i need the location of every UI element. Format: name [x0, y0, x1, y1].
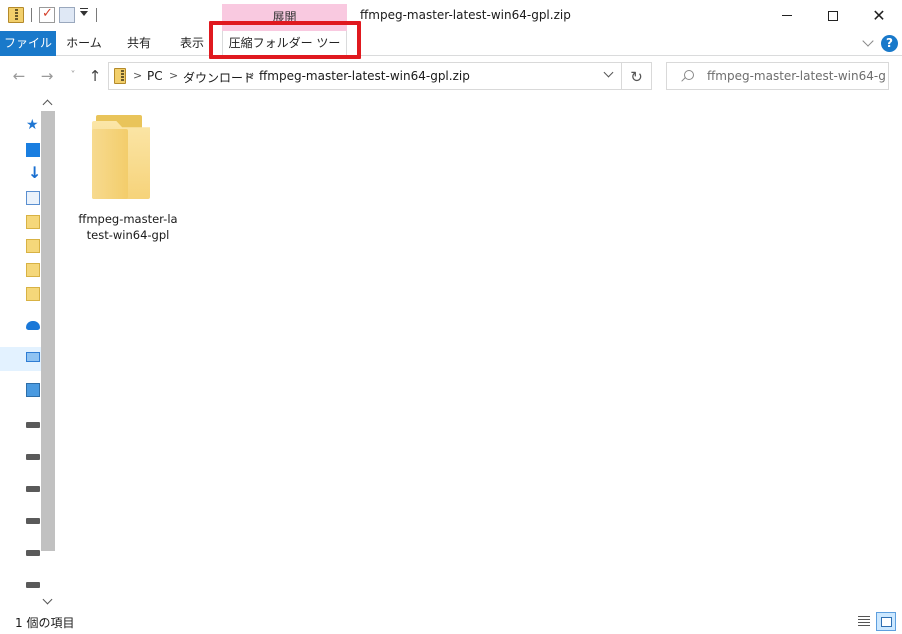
- help-icon[interactable]: ?: [881, 35, 898, 52]
- folder-icon[interactable]: [26, 215, 40, 229]
- breadcrumb-separator[interactable]: >: [169, 69, 178, 82]
- new-folder-icon[interactable]: [59, 7, 75, 23]
- scroll-up-arrow-icon[interactable]: [41, 97, 55, 109]
- qat-divider: [31, 8, 32, 22]
- search-icon: [681, 70, 694, 82]
- title-bar: 展開 ffmpeg-master-latest-win64-gpl.zip ✕: [0, 0, 902, 31]
- tab-share[interactable]: 共有: [114, 31, 164, 56]
- window-title: ffmpeg-master-latest-win64-gpl.zip: [360, 8, 571, 22]
- address-bar[interactable]: > PC > ダウンロード > ffmpeg-master-latest-win…: [108, 62, 622, 90]
- network-icon[interactable]: [26, 383, 40, 397]
- large-icons-view-button[interactable]: [876, 612, 896, 631]
- large-icons-view-icon: [881, 617, 892, 627]
- desktop-icon[interactable]: [26, 143, 40, 157]
- forward-arrow-icon[interactable]: →: [37, 66, 57, 86]
- search-placeholder: ffmpeg-master-latest-win64-gpl....: [707, 69, 885, 83]
- qat-divider: [96, 8, 97, 22]
- drive-icon[interactable]: [26, 486, 40, 492]
- this-pc-icon[interactable]: [26, 352, 40, 362]
- status-bar: 1 個の項目: [0, 610, 902, 634]
- folder-icon[interactable]: [26, 239, 40, 253]
- quick-access-toolbar: [8, 5, 100, 25]
- address-history-dropdown-icon[interactable]: [603, 69, 615, 81]
- drive-icon[interactable]: [26, 422, 40, 428]
- refresh-icon: ↻: [630, 68, 643, 86]
- minimize-button[interactable]: [764, 0, 810, 31]
- extract-context-header: 展開: [222, 4, 347, 31]
- drive-icon[interactable]: [26, 550, 40, 556]
- drive-icon[interactable]: [26, 582, 40, 588]
- drive-icon[interactable]: [26, 518, 40, 524]
- zip-folder-icon: [114, 68, 126, 84]
- folder-item[interactable]: ffmpeg-master-latest-win64-gpl: [78, 107, 178, 242]
- maximize-icon: [828, 10, 838, 21]
- maximize-button[interactable]: [810, 0, 856, 31]
- ribbon-tab-bar: ファイル ホーム 共有 表示 圧縮フォルダー ツール: [0, 31, 902, 74]
- close-button[interactable]: ✕: [856, 0, 902, 31]
- file-list-view[interactable]: ffmpeg-master-latest-win64-gpl: [60, 97, 902, 609]
- close-icon: ✕: [872, 5, 886, 25]
- folder-item-label: ffmpeg-master-latest-win64-gpl: [78, 212, 178, 242]
- tab-view[interactable]: 表示: [170, 31, 214, 56]
- customize-qat-dropdown-icon[interactable]: [79, 7, 89, 23]
- breadcrumb-zip[interactable]: ffmpeg-master-latest-win64-gpl.zip: [259, 69, 470, 83]
- properties-icon[interactable]: [39, 6, 55, 23]
- breadcrumb-separator[interactable]: >: [133, 69, 142, 82]
- documents-icon[interactable]: [26, 191, 40, 205]
- details-view-button[interactable]: [854, 612, 874, 631]
- back-arrow-icon[interactable]: ←: [9, 66, 29, 86]
- recent-locations-chevron-icon[interactable]: ˅: [63, 66, 83, 86]
- folder-icon[interactable]: [26, 287, 40, 301]
- drive-icon[interactable]: [26, 454, 40, 460]
- nav-scrollbar-thumb[interactable]: [41, 111, 55, 551]
- tab-compressed-folder-tools[interactable]: 圧縮フォルダー ツール: [222, 31, 347, 74]
- minimize-icon: [782, 15, 792, 16]
- navigation-pane[interactable]: ★: [0, 97, 56, 609]
- download-icon[interactable]: [26, 163, 41, 182]
- zip-folder-icon[interactable]: [8, 7, 24, 23]
- tab-file[interactable]: ファイル: [0, 31, 56, 56]
- details-view-icon: [858, 616, 870, 626]
- up-arrow-icon[interactable]: ↑: [85, 66, 105, 86]
- onedrive-icon[interactable]: [26, 321, 40, 330]
- scroll-down-arrow-icon[interactable]: [41, 595, 55, 607]
- folder-icon[interactable]: [26, 263, 40, 277]
- breadcrumb-separator[interactable]: >: [245, 69, 254, 82]
- quick-access-pin-icon[interactable]: ★: [26, 118, 40, 132]
- folder-icon: [92, 115, 152, 199]
- expand-ribbon-chevron-icon[interactable]: [862, 37, 874, 49]
- breadcrumb-pc[interactable]: PC: [147, 69, 163, 83]
- refresh-button[interactable]: ↻: [622, 62, 652, 90]
- item-count: 1 個の項目: [15, 616, 75, 630]
- search-input[interactable]: ffmpeg-master-latest-win64-gpl....: [666, 62, 889, 90]
- tab-home[interactable]: ホーム: [60, 31, 108, 56]
